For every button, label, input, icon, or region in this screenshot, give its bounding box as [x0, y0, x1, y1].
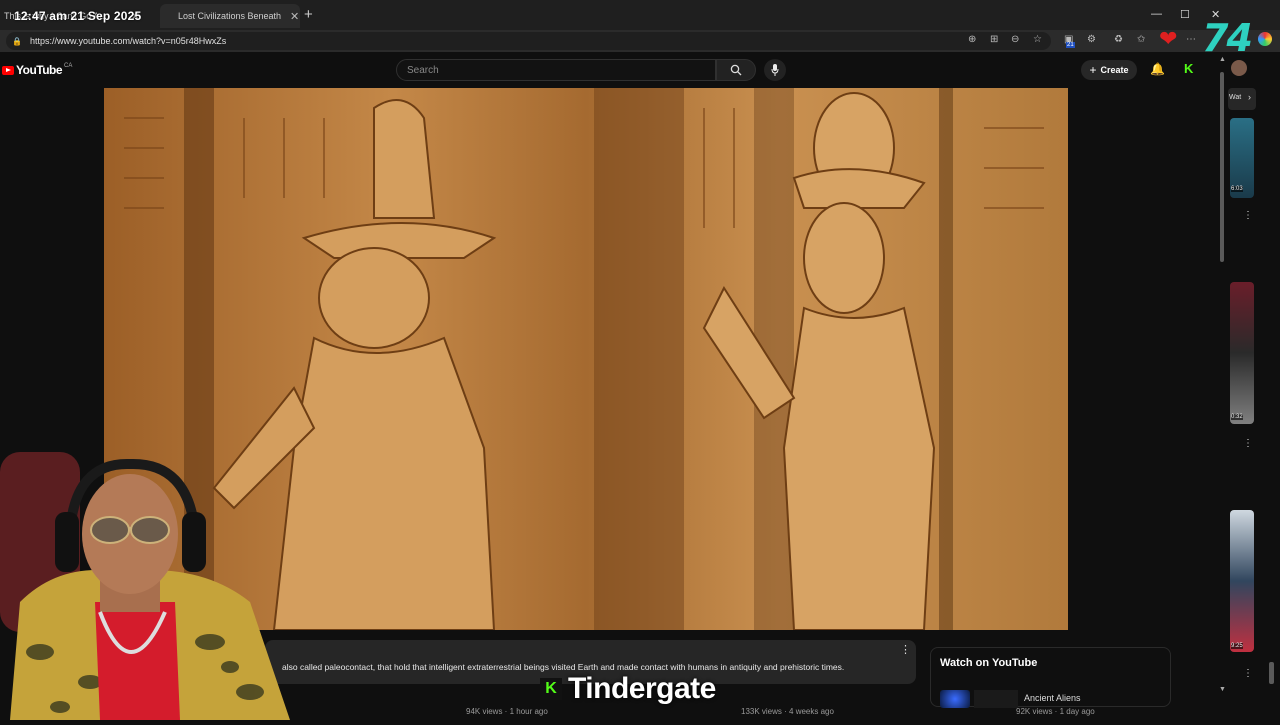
rail-chip[interactable]: Wat › [1228, 88, 1256, 110]
collections-icon[interactable]: ✩ [1137, 34, 1145, 45]
search-icon [730, 64, 742, 76]
create-label: Create [1100, 65, 1129, 75]
more-options-icon[interactable]: ⋮ [1243, 210, 1253, 221]
youtube-logo-text: YouTube [16, 63, 63, 77]
video-thumbnail[interactable] [1230, 510, 1254, 652]
favorite-star-icon[interactable]: ☆ [1033, 34, 1042, 45]
new-tab-icon[interactable]: + [304, 6, 313, 23]
scrollbar-thumb[interactable] [1220, 72, 1224, 262]
avatar[interactable] [1231, 60, 1247, 76]
zoom-icon[interactable]: ⊖ [1011, 34, 1019, 45]
page-scrollbar[interactable]: ▲ ▼ [1219, 56, 1226, 698]
tab-label: Lost Civilizations Beneath An [178, 11, 282, 21]
microphone-icon [771, 64, 779, 76]
more-options-icon[interactable]: ⋮ [900, 643, 911, 656]
url-field[interactable]: 🔒 https://www.youtube.com/watch?v=n05r48… [6, 32, 1051, 50]
youtube-play-icon [2, 65, 14, 75]
close-tab-icon[interactable]: ✕ [290, 10, 299, 23]
translate-icon[interactable]: ⊕ [968, 34, 976, 45]
browser-tab-bar: This is why I Can't Go Ar... ✕ Lost Civi… [0, 0, 1280, 30]
video-duration: 9:25 [1231, 643, 1243, 649]
more-menu-icon[interactable]: ⋯ [1186, 34, 1196, 45]
scroll-up-icon[interactable]: ▲ [1219, 56, 1226, 63]
chevron-right-icon[interactable]: › [1248, 92, 1251, 102]
video-meta: 92K views · 1 day ago [1016, 707, 1095, 716]
scroll-down-icon[interactable]: ▼ [1219, 686, 1226, 693]
streamer-name-tag: K Tindergate [540, 672, 716, 706]
url-text: https://www.youtube.com/watch?v=n05r48Hw… [29, 36, 227, 46]
country-code: CA [64, 63, 73, 69]
youtube-logo[interactable]: YouTube CA [2, 63, 72, 77]
copilot-icon[interactable] [1258, 32, 1272, 46]
extension-badge-count: 21 [1066, 42, 1075, 48]
more-options-icon[interactable]: ⋮ [1243, 438, 1253, 449]
streamer-webcam-image [0, 452, 290, 720]
search-input[interactable]: Search [396, 59, 716, 81]
more-options-icon[interactable]: ⋮ [1243, 668, 1253, 679]
extensions-puzzle-icon[interactable]: ⚙ [1087, 34, 1096, 45]
streamer-name: Tindergate [568, 672, 716, 705]
video-meta: 133K views · 4 weeks ago [741, 707, 834, 716]
video-meta: 94K views · 1 hour ago [466, 707, 548, 716]
voice-search-button[interactable] [764, 59, 786, 81]
clock-overlay: 12:47 am 21 Sep 2025 [14, 9, 142, 23]
kick-icon: K [540, 678, 562, 700]
video-duration: 0:32 [1231, 414, 1243, 420]
notifications-bell-icon[interactable]: 🔔 [1150, 62, 1165, 76]
minimize-icon[interactable]: — [1151, 8, 1162, 20]
maximize-icon[interactable]: ☐ [1180, 8, 1190, 21]
apps-icon[interactable]: ⊞ [990, 34, 998, 45]
kick-icon[interactable]: K [1184, 61, 1193, 76]
description-text: also called paleocontact, that hold that… [282, 662, 845, 672]
performance-icon[interactable]: ♻ [1114, 34, 1123, 45]
create-button[interactable]: + Create [1081, 60, 1137, 80]
video-thumbnail[interactable] [1230, 282, 1254, 424]
heart-overlay-icon: ❤ [1159, 26, 1178, 51]
plus-icon: + [1089, 63, 1097, 77]
watch-panel-title: Watch on YouTube [940, 657, 1038, 669]
youtube-header: YouTube CA Search + Create 🔔 K [0, 52, 1247, 88]
video-duration: 6:03 [1231, 186, 1243, 192]
video-thumbnail[interactable] [974, 690, 1018, 708]
search-button[interactable] [716, 59, 756, 81]
tab-active[interactable]: Lost Civilizations Beneath An ✕ [160, 4, 300, 28]
rail-scrollbar-thumb[interactable] [1269, 662, 1274, 684]
streamer-webcam [0, 452, 300, 720]
recommended-video-title[interactable]: Ancient Aliens [1024, 693, 1081, 703]
site-info-icon[interactable]: 🔒 [12, 37, 22, 46]
video-thumbnail[interactable] [940, 690, 970, 708]
rail-chip-label: Wat [1229, 94, 1242, 101]
